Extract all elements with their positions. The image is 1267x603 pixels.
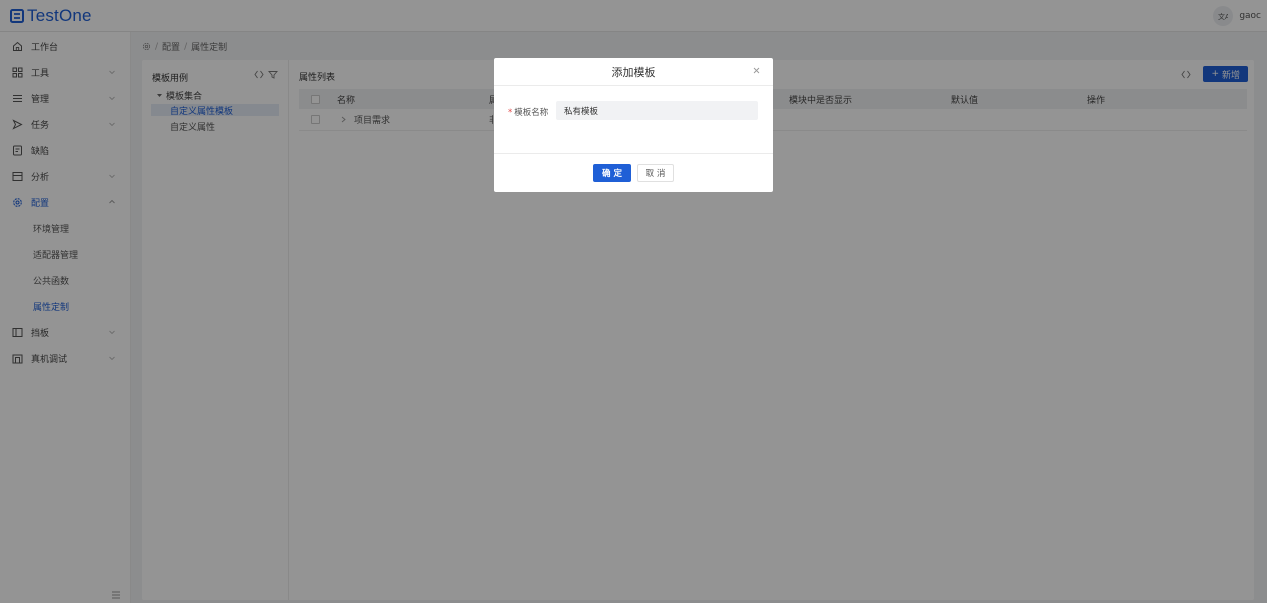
- required-mark: *: [508, 108, 513, 118]
- close-icon[interactable]: [751, 65, 761, 75]
- add-template-dialog: 添加模板 *模板名称 确 定 取 消: [494, 58, 773, 192]
- template-name-label: * 模板名称: [508, 106, 548, 118]
- field-label-text: 模板名称: [514, 108, 549, 118]
- dialog-title: 添加模板: [611, 65, 656, 79]
- template-name-input[interactable]: [556, 101, 758, 120]
- cancel-button[interactable]: 取 消: [637, 164, 674, 182]
- confirm-button[interactable]: 确 定: [593, 164, 631, 182]
